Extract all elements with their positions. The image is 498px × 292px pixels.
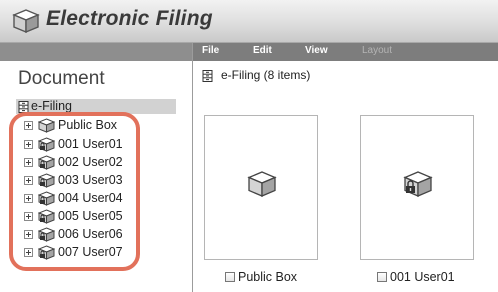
box-logo-icon [12,9,40,34]
menu-layout: Layout [362,45,393,56]
highlight-annotation [9,112,140,271]
menu-file[interactable]: File [202,45,219,56]
cabinet-icon [202,70,213,82]
locked-box-icon [403,171,433,197]
sidebar-title: Document [18,68,105,89]
menu-edit[interactable]: Edit [253,45,272,56]
card-label: 001 User01 [390,270,455,284]
panel-divider[interactable] [192,43,193,292]
menu-bar: File Edit View Layout [193,43,498,61]
card-checkbox[interactable] [225,272,235,282]
card-label: Public Box [238,270,298,284]
menu-view[interactable]: View [305,45,328,56]
card-public-box[interactable] [204,115,318,260]
app-title: Electronic Filing [46,7,213,30]
open-box-icon [247,171,277,197]
content-header: e-Filing (8 items) [221,68,311,82]
tree-root-label[interactable]: e-Filing [31,99,72,113]
card-checkbox[interactable] [377,272,387,282]
card-user01[interactable] [360,115,474,260]
sidebar-header-bar [0,43,192,61]
